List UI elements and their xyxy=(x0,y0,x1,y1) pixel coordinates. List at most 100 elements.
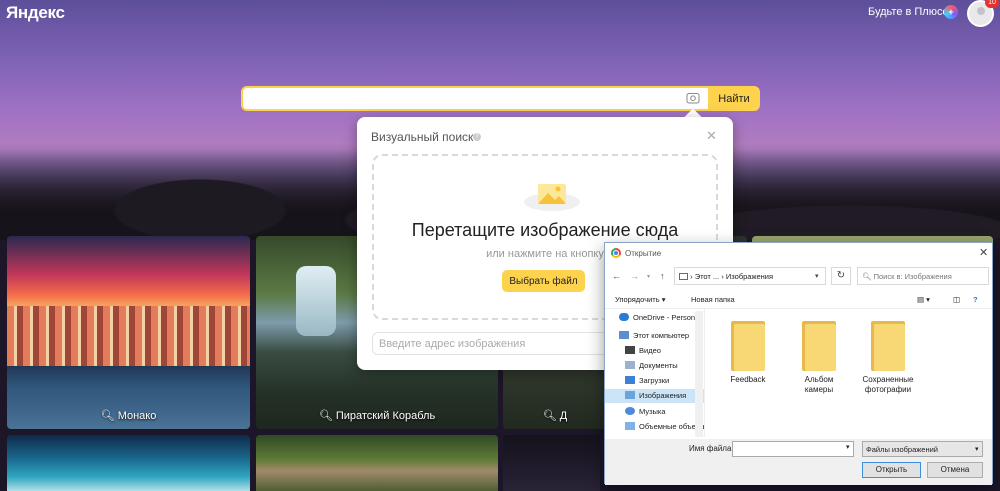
download-icon xyxy=(625,376,635,384)
sidebar-item-label: OneDrive - Personal xyxy=(633,313,701,322)
filetype-select[interactable]: Файлы изображений ▾ xyxy=(862,441,983,457)
folder-icon xyxy=(731,321,765,371)
chevron-down-icon: ▾ xyxy=(975,446,979,453)
folder-icon xyxy=(871,321,905,371)
plus-icon[interactable]: + xyxy=(944,5,958,19)
info-icon[interactable]: ? xyxy=(473,133,481,141)
camera-icon[interactable] xyxy=(686,91,700,105)
search-input[interactable] xyxy=(247,91,677,107)
forward-arrow-icon[interactable]: → xyxy=(630,271,639,281)
image-placeholder-icon xyxy=(524,184,580,211)
close-icon[interactable]: ✕ xyxy=(706,128,717,144)
computer-icon xyxy=(619,331,629,339)
visual-search-title: Визуальный поиск xyxy=(371,130,474,144)
filename-dropdown-icon[interactable]: ▾ xyxy=(846,443,850,451)
image-tile-monaco[interactable]: 🔍︎ Монако xyxy=(7,236,250,429)
organize-menu[interactable]: Упорядочить ▾ xyxy=(615,295,665,304)
tile-caption-text: Д xyxy=(559,410,568,422)
folder-label: Feedback xyxy=(730,375,766,384)
sidebar-item-label: Видео xyxy=(639,346,661,355)
open-button[interactable]: Открыть xyxy=(862,462,921,478)
tile-city-buildings xyxy=(7,306,250,366)
up-arrow-icon[interactable]: ↑ xyxy=(660,271,665,281)
sidebar-item-pictures[interactable]: Изображения xyxy=(605,389,704,403)
recent-dropdown-icon[interactable]: ▾ xyxy=(647,273,650,280)
path-separator: › xyxy=(721,272,724,281)
open-file-dialog: Открытие ✕ ← → ▾ ↑ › Этот ... › Изображе… xyxy=(604,242,993,485)
sidebar-item-downloads[interactable]: Загрузки xyxy=(625,374,704,388)
folder-item[interactable]: Сохраненные фотографии xyxy=(859,321,917,395)
cancel-button[interactable]: Отмена xyxy=(927,462,983,478)
folder-label: Сохраненные фотографии xyxy=(862,375,914,394)
dialog-titlebar: Открытие ✕ xyxy=(605,243,992,263)
folder-path-icon xyxy=(679,273,688,280)
choose-file-button[interactable]: Выбрать файл xyxy=(502,270,585,292)
search-bar: Найти xyxy=(241,86,760,111)
dialog-footer: Имя файла: ▾ Файлы изображений ▾ Открыть … xyxy=(605,439,992,485)
sidebar-item-label: Музыка xyxy=(639,407,666,416)
search-icon: 🔍︎ xyxy=(862,272,872,281)
tile-waterfall xyxy=(296,266,336,336)
sidebar-item-3d-objects[interactable]: Объемные объекты xyxy=(625,420,704,434)
tile-caption-text: Пиратский Корабль xyxy=(335,410,436,422)
path-part-2[interactable]: Изображения xyxy=(726,272,773,281)
music-icon xyxy=(625,407,635,415)
document-icon xyxy=(625,361,635,369)
address-bar[interactable]: › Этот ... › Изображения ▾ xyxy=(674,267,826,285)
dialog-title: Открытие xyxy=(625,249,662,258)
sidebar-item-documents[interactable]: Документы xyxy=(625,359,704,373)
tile-caption: 🔍︎ Монако xyxy=(7,409,250,422)
drop-heading: Перетащите изображение сюда xyxy=(411,220,679,240)
folder-item[interactable]: Feedback xyxy=(719,321,777,385)
path-part-1[interactable]: Этот ... xyxy=(695,272,720,281)
new-folder-button[interactable]: Новая папка xyxy=(691,295,735,304)
avatar-head-icon xyxy=(977,7,985,15)
dialog-toolbar: Упорядочить ▾ Новая папка ▤ ▾ ◫ ? xyxy=(605,291,992,309)
dialog-navbar: ← → ▾ ↑ › Этот ... › Изображения ▾ ↻ 🔍︎ … xyxy=(605,265,992,287)
sidebar-item-label: Этот компьютер xyxy=(633,331,690,340)
folder-search-input[interactable]: 🔍︎ Поиск в: Изображения xyxy=(857,267,989,285)
folder-item[interactable]: Альбом камеры xyxy=(790,321,848,395)
video-icon xyxy=(625,346,635,354)
pictures-icon xyxy=(625,391,635,399)
preview-pane-icon[interactable]: ◫ xyxy=(953,295,960,304)
chrome-icon xyxy=(611,248,621,258)
find-button[interactable]: Найти xyxy=(708,88,758,109)
folder-label: Альбом камеры xyxy=(804,375,834,394)
tile-caption-text: Монако xyxy=(117,410,157,422)
folder-search-placeholder: Поиск в: Изображения xyxy=(873,272,952,281)
sidebar-item-this-pc[interactable]: Этот компьютер xyxy=(619,329,704,343)
yandex-logo[interactable]: Яндекс xyxy=(6,3,65,23)
image-tile-5[interactable] xyxy=(7,435,250,491)
refresh-icon[interactable]: ↻ xyxy=(831,267,851,285)
notification-badge: 10 xyxy=(985,0,999,8)
sidebar-item-label: Загрузки xyxy=(639,376,670,385)
cloud-icon xyxy=(619,313,629,321)
back-arrow-icon[interactable]: ← xyxy=(612,271,621,281)
tile-caption: 🔍︎ Пиратский Корабль xyxy=(256,409,498,422)
sidebar-item-label: Изображения xyxy=(639,391,687,400)
path-separator: › xyxy=(690,272,693,281)
plus-link[interactable]: Будьте в Плюсе xyxy=(868,6,949,18)
filetype-value: Файлы изображений xyxy=(866,445,938,454)
sidebar-item-label: Документы xyxy=(639,361,678,370)
chevron-down-icon[interactable]: ▾ xyxy=(815,272,819,280)
view-options-icon[interactable]: ▤ ▾ xyxy=(917,295,930,304)
sidebar-item-onedrive[interactable]: OneDrive - Personal xyxy=(619,311,704,325)
image-tile-7[interactable] xyxy=(503,435,600,491)
search-icon: 🔍︎ xyxy=(318,410,333,422)
sidebar-item-music[interactable]: Музыка xyxy=(625,405,704,419)
filename-label: Имя файла: xyxy=(689,444,734,453)
sidebar-scrollbar[interactable] xyxy=(695,311,703,437)
3d-objects-icon xyxy=(625,422,635,430)
filename-input[interactable] xyxy=(732,441,854,457)
dialog-close-icon[interactable]: ✕ xyxy=(979,246,988,259)
search-icon: 🔍︎ xyxy=(542,410,557,422)
help-icon[interactable]: ? xyxy=(973,295,978,304)
image-tile-6[interactable] xyxy=(256,435,498,491)
sidebar-item-video[interactable]: Видео xyxy=(625,344,704,358)
folder-icon xyxy=(802,321,836,371)
dialog-sidebar: OneDrive - Personal Этот компьютер Видео… xyxy=(605,309,705,437)
file-list: Feedback Альбом камеры Сохраненные фотог… xyxy=(709,313,989,433)
search-icon: 🔍︎ xyxy=(100,410,115,422)
